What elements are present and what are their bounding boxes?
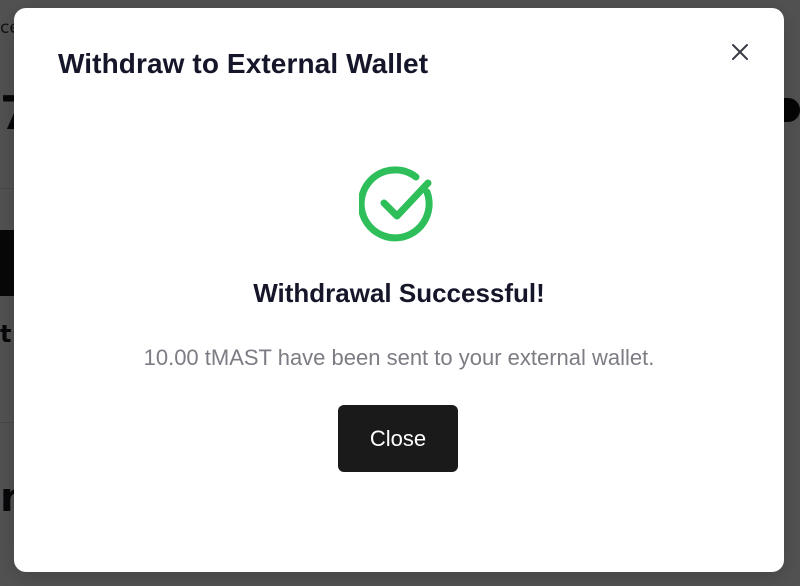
check-circle-icon — [357, 166, 439, 246]
close-button[interactable]: Close — [338, 405, 458, 472]
dialog-title: Withdraw to External Wallet — [58, 48, 429, 79]
close-icon[interactable] — [726, 38, 754, 66]
withdraw-success-dialog: Withdraw to External Wallet Withdrawal S… — [14, 8, 784, 572]
success-title: Withdrawal Successful! — [253, 278, 545, 308]
success-message: 10.00 tMAST have been sent to your exter… — [143, 345, 655, 370]
